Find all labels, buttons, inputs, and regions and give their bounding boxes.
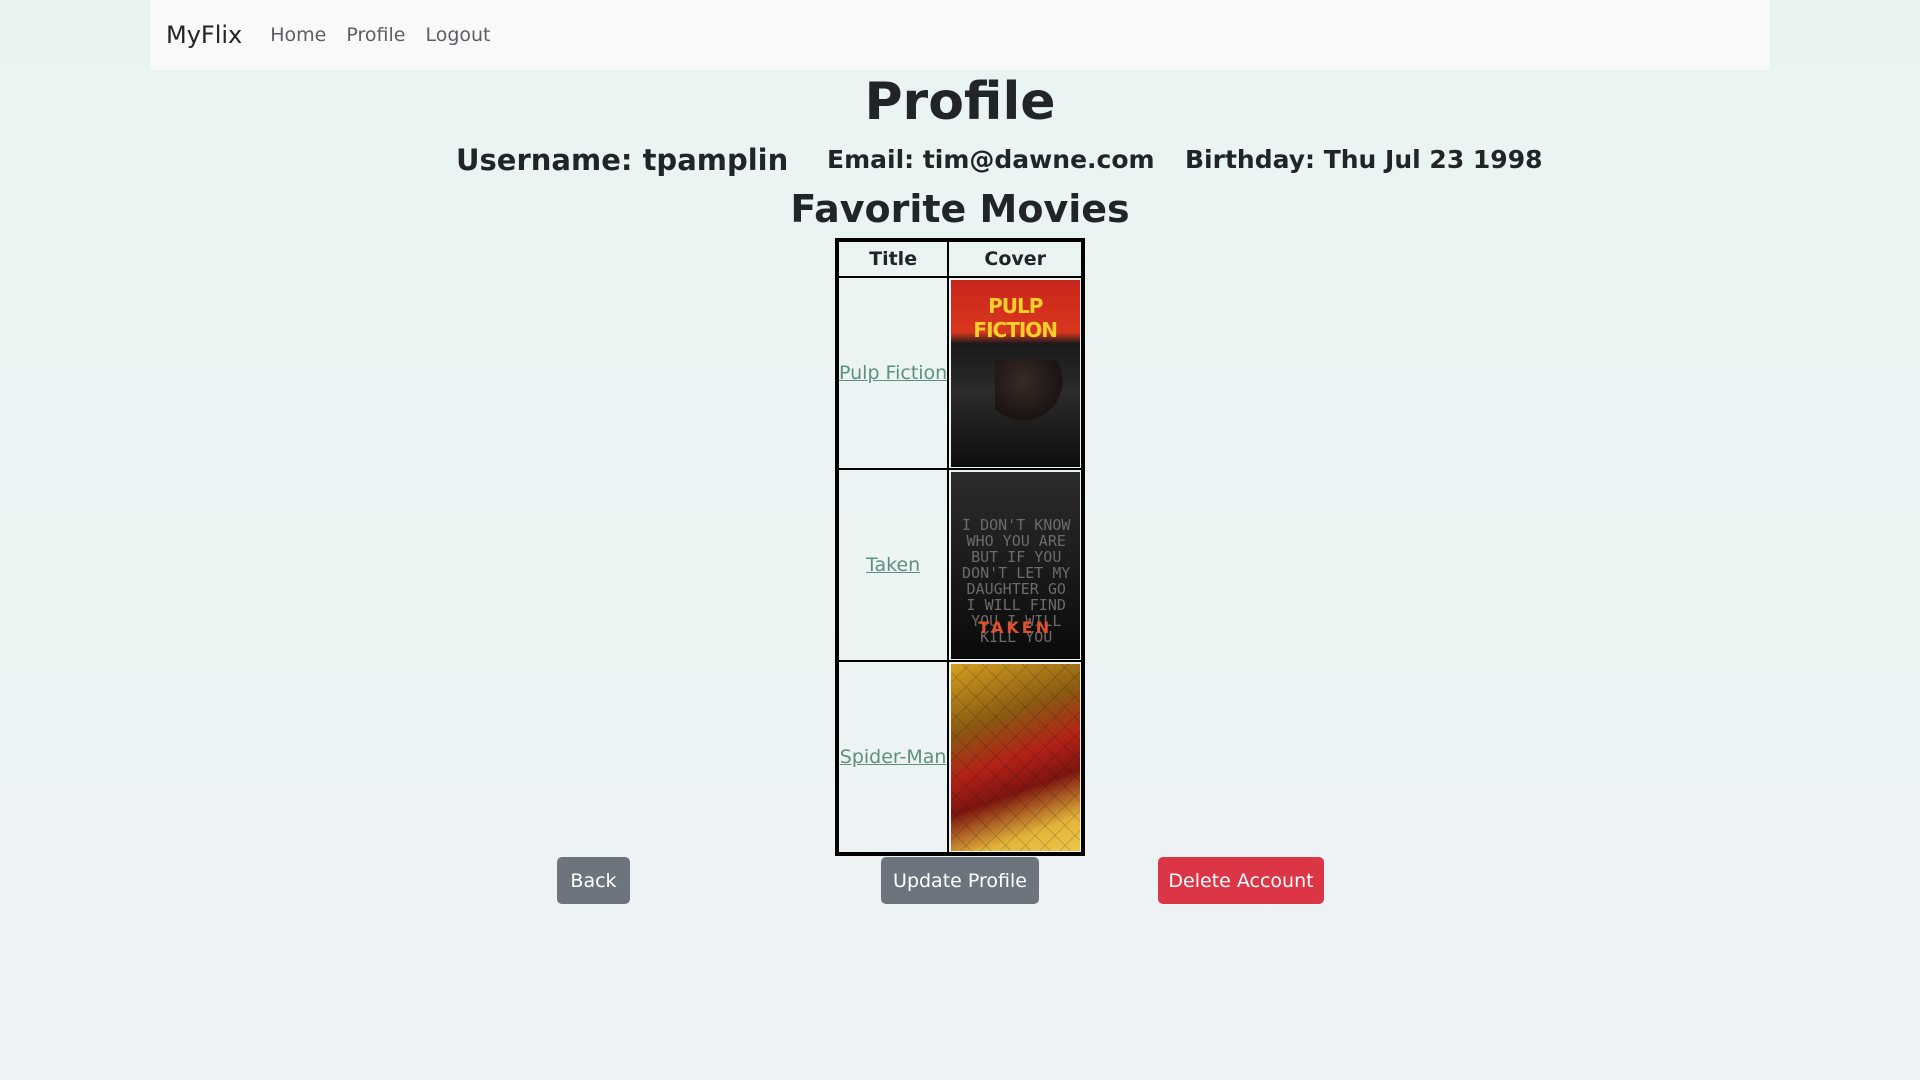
table-cell-title: Spider-Man xyxy=(835,660,950,855)
favorite-movies-heading: Favorite Movies xyxy=(790,187,1130,231)
cover-title-text: TAKEN xyxy=(978,617,1053,637)
movie-link-spider-man[interactable]: Spider-Man xyxy=(840,746,947,768)
table-row: Spider-Man xyxy=(835,660,1085,855)
cover-figure xyxy=(994,359,1065,430)
top-navbar: MyFlix Home Profile Logout xyxy=(150,0,1770,70)
movie-link-pulp-fiction[interactable]: Pulp Fiction xyxy=(839,362,947,384)
table-cell-cover xyxy=(947,660,1085,855)
page-title: Profile xyxy=(864,72,1056,132)
column-header-cover: Cover xyxy=(947,239,1085,278)
profile-username: Username: tpamplin xyxy=(456,143,789,177)
movie-cover-spider-man xyxy=(950,663,1080,851)
table-cell-title: Taken xyxy=(835,468,950,662)
update-profile-button[interactable]: Update Profile xyxy=(881,857,1039,904)
nav-link-profile[interactable]: Profile xyxy=(346,24,405,46)
movie-cover-pulp-fiction: PULP FICTION xyxy=(950,279,1080,467)
delete-account-button[interactable]: Delete Account xyxy=(1158,857,1324,904)
favorite-movies-table: Title Cover Pulp Fiction PULP FICTION Ta… xyxy=(835,238,1086,856)
profile-birthday: Birthday: Thu Jul 23 1998 xyxy=(1185,145,1543,174)
back-button[interactable]: Back xyxy=(557,857,630,904)
movie-cover-taken: I DON'T KNOW WHO YOU ARE BUT IF YOU DON'… xyxy=(950,471,1080,659)
nav-link-logout[interactable]: Logout xyxy=(425,24,490,46)
table-row: Pulp Fiction PULP FICTION xyxy=(835,276,1085,470)
profile-email: Email: tim@dawne.com xyxy=(827,145,1155,174)
cover-web-pattern xyxy=(950,663,1080,851)
table-row: Taken I DON'T KNOW WHO YOU ARE BUT IF YO… xyxy=(835,468,1085,662)
nav-link-home[interactable]: Home xyxy=(270,24,326,46)
table-cell-cover: PULP FICTION xyxy=(947,276,1085,470)
table-header-row: Title Cover xyxy=(835,239,1085,278)
table-cell-title: Pulp Fiction xyxy=(835,276,950,470)
column-header-title: Title xyxy=(835,239,950,278)
table-cell-cover: I DON'T KNOW WHO YOU ARE BUT IF YOU DON'… xyxy=(947,468,1085,662)
movie-link-taken[interactable]: Taken xyxy=(866,554,920,576)
brand-logo[interactable]: MyFlix xyxy=(166,21,242,49)
cover-title-text: PULP FICTION xyxy=(973,293,1058,342)
